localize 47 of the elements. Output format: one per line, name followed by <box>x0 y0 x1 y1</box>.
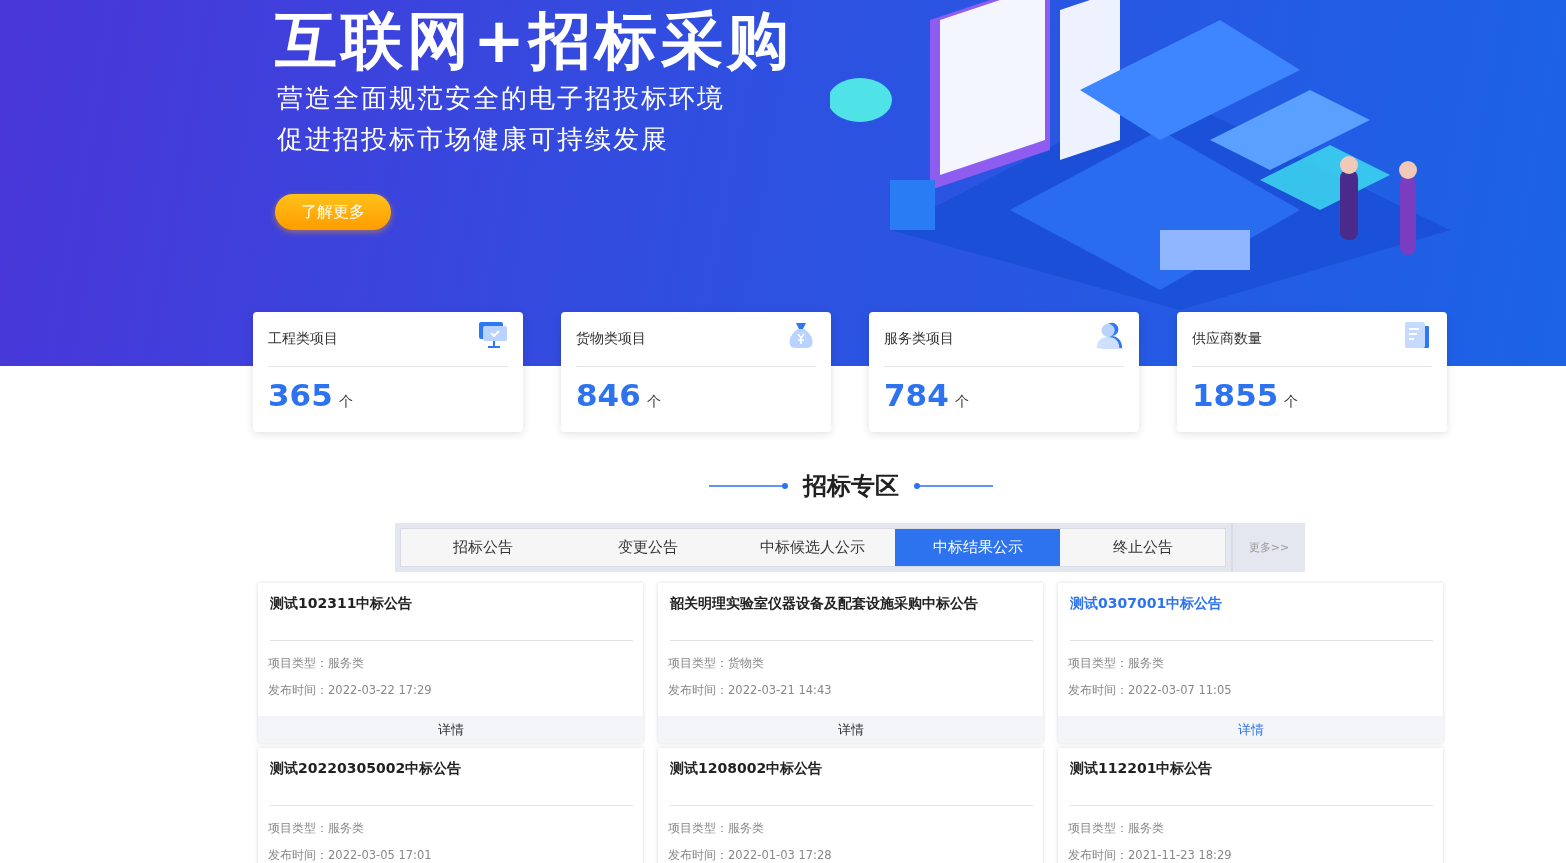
stat-count: 1855 <box>1192 377 1279 413</box>
detail-button[interactable]: 详情 <box>1058 716 1443 743</box>
publish-time: 发布时间：2021-11-23 18:29 <box>1067 848 1233 863</box>
stat-count: 784 <box>884 377 949 413</box>
notice-card[interactable]: 测试112201中标公告 项目类型：服务类 发布时间：2021-11-23 18:29 <box>1058 748 1443 863</box>
stat-count: 846 <box>576 377 641 413</box>
notice-card[interactable]: 韶关明理实验室仪器设备及配套设施采购中标公告 项目类型：货物类 发布时间：2022-03-21 14:43 详情 <box>658 583 1043 743</box>
section-title: 招标专区 <box>803 471 899 502</box>
publish-time: 发布时间：2022-03-21 14:43 <box>667 683 833 698</box>
notice-title: 韶关明理实验室仪器设备及配套设施采购中标公告 <box>669 594 979 613</box>
stat-unit: 个 <box>646 393 661 411</box>
person-icon <box>1094 321 1124 349</box>
stat-unit: 个 <box>338 393 353 411</box>
project-type: 项目类型：货物类 <box>667 656 765 671</box>
stat-unit: 个 <box>954 393 969 411</box>
publish-time: 发布时间：2022-01-03 17:28 <box>667 848 833 863</box>
project-type: 项目类型：服务类 <box>267 821 365 836</box>
banner-slogan: 营造全面规范安全的电子招投标环境 <box>277 82 725 115</box>
document-icon <box>1402 321 1432 349</box>
publish-time: 发布时间：2022-03-05 17:01 <box>267 848 433 863</box>
project-type: 项目类型：服务类 <box>667 821 765 836</box>
notice-card[interactable]: 测试1208002中标公告 项目类型：服务类 发布时间：2022-01-03 17:28 <box>658 748 1043 863</box>
notice-title: 测试112201中标公告 <box>1069 759 1214 778</box>
detail-button[interactable]: 详情 <box>658 716 1043 743</box>
project-type: 项目类型：服务类 <box>267 656 365 671</box>
stat-label: 供应商数量 <box>1192 330 1262 348</box>
notice-title: 测试1208002中标公告 <box>669 759 824 778</box>
stat-label: 货物类项目 <box>576 330 646 348</box>
project-type: 项目类型：服务类 <box>1067 656 1165 671</box>
project-type: 项目类型：服务类 <box>1067 821 1165 836</box>
stat-unit: 个 <box>1284 393 1299 411</box>
monitor-icon <box>478 321 508 349</box>
notice-title: 测试20220305002中标公告 <box>269 759 463 778</box>
publish-time: 发布时间：2022-03-22 17:29 <box>267 683 433 698</box>
notice-title: 测试0307001中标公告 <box>1069 594 1224 613</box>
stat-label: 工程类项目 <box>268 330 338 348</box>
detail-button[interactable]: 详情 <box>258 716 643 743</box>
banner-slogan: 促进招投标市场健康可持续发展 <box>277 123 669 156</box>
stat-label: 服务类项目 <box>884 330 954 348</box>
tab[interactable]: 中标结果公示 <box>895 529 1061 566</box>
notice-title: 测试102311中标公告 <box>269 594 414 613</box>
notice-card[interactable]: 测试102311中标公告 项目类型：服务类 发布时间：2022-03-22 17:29 详情 <box>258 583 643 743</box>
notice-card[interactable]: 测试0307001中标公告 项目类型：服务类 发布时间：2022-03-07 11:05 详情 <box>1058 583 1443 743</box>
publish-time: 发布时间：2022-03-07 11:05 <box>1067 683 1233 698</box>
notice-card[interactable]: 测试20220305002中标公告 项目类型：服务类 发布时间：2022-03-05 17:01 <box>258 748 643 863</box>
banner-headline: 互联网+招标采购 <box>275 4 793 78</box>
stat-count: 365 <box>268 377 333 413</box>
